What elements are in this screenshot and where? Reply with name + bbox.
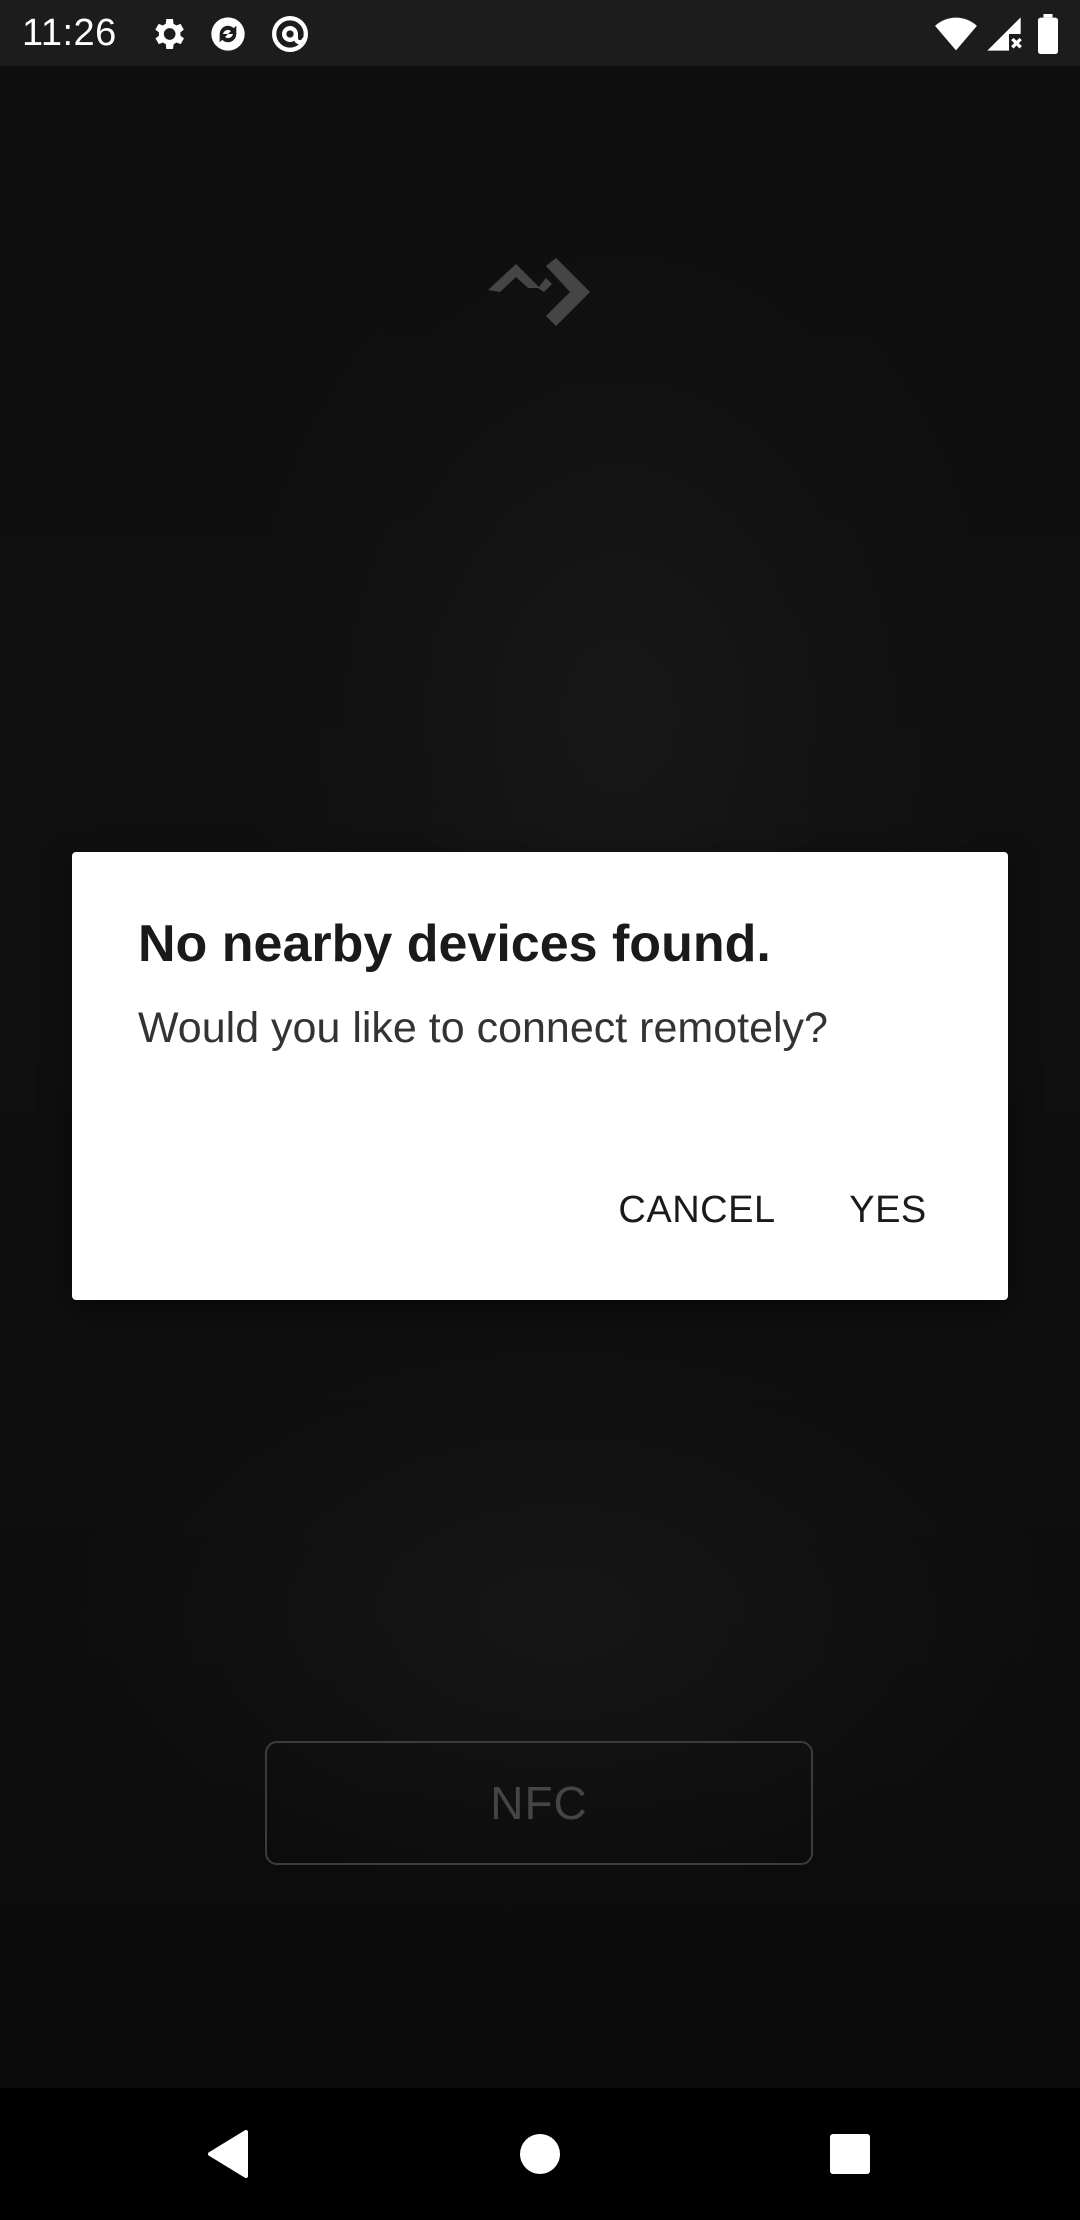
dialog-message: Would you like to connect remotely? <box>138 1004 828 1052</box>
sync-icon <box>208 14 248 54</box>
recents-icon <box>830 2134 870 2174</box>
back-button[interactable] <box>188 2114 268 2194</box>
screen: 11:26 NFC No nearby devices found. Would… <box>0 0 1080 2220</box>
alert-dialog: No nearby devices found. Would you like … <box>72 852 1008 1300</box>
cancel-button[interactable]: CANCEL <box>602 1174 792 1246</box>
navigation-bar <box>0 2088 1080 2220</box>
cell-signal-icon <box>984 14 1024 54</box>
at-icon <box>270 14 310 54</box>
recents-button[interactable] <box>810 2114 890 2194</box>
back-icon <box>208 2130 248 2178</box>
status-bar: 11:26 <box>0 0 1080 66</box>
status-time: 11:26 <box>22 12 117 54</box>
gear-icon <box>148 14 188 54</box>
home-icon <box>520 2134 560 2174</box>
wifi-icon <box>934 14 978 54</box>
battery-icon <box>1036 14 1060 54</box>
home-button[interactable] <box>500 2114 580 2194</box>
dialog-title: No nearby devices found. <box>138 915 771 973</box>
yes-button[interactable]: YES <box>828 1174 948 1246</box>
